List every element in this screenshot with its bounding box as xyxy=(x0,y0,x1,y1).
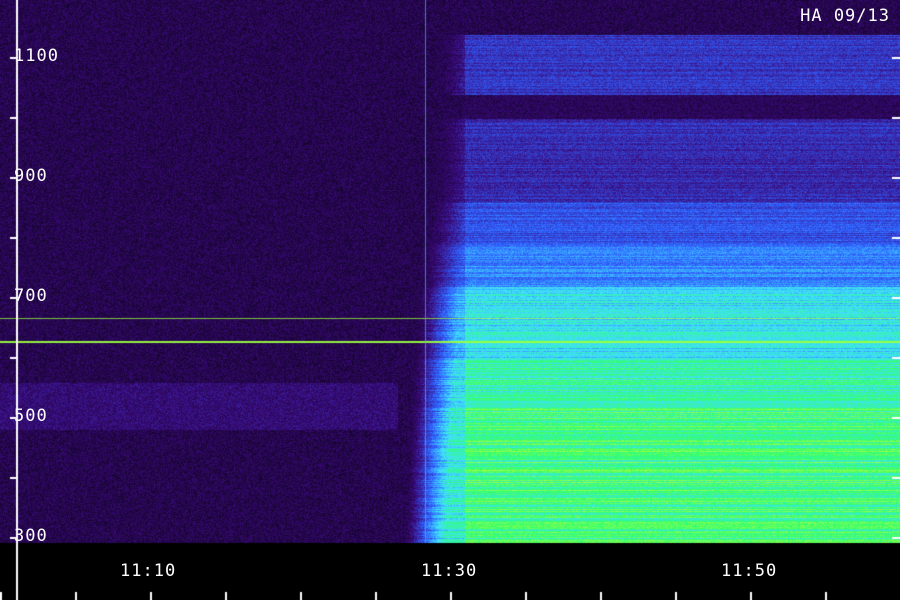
y-tick-label-700: 700 xyxy=(14,286,48,306)
y-tick-label-500: 500 xyxy=(14,406,48,426)
x-tick-label-1110: 11:10 xyxy=(120,561,177,581)
y-tick-label-300: 300 xyxy=(14,526,48,546)
x-tick-label-1130: 11:30 xyxy=(421,561,478,581)
y-tick-label-1100: 1100 xyxy=(14,46,59,66)
x-tick-label-1150: 11:50 xyxy=(721,561,778,581)
y-tick-label-900: 900 xyxy=(14,166,48,186)
chart-title: HA 09/13 xyxy=(800,6,890,26)
spectrogram-heatmap xyxy=(0,0,900,600)
